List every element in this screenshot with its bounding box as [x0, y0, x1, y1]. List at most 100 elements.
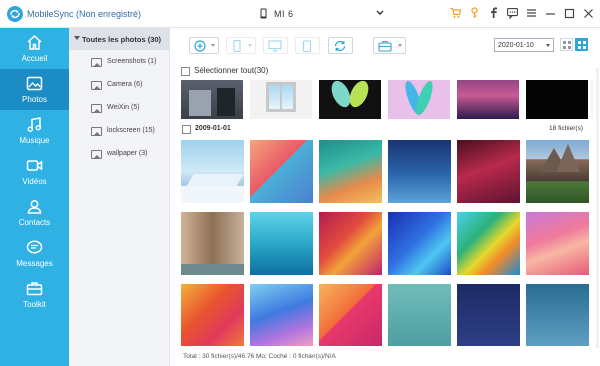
- close-icon[interactable]: [583, 7, 594, 21]
- photo-thumbnail[interactable]: [319, 140, 382, 203]
- category-item-label: Screenshots (1): [107, 58, 157, 65]
- photo-thumbnail[interactable]: [457, 284, 520, 346]
- delete-button[interactable]: [295, 37, 320, 54]
- toolbox-button[interactable]: [373, 37, 406, 54]
- app-title: MobileSync (Non enregistré): [27, 9, 142, 19]
- photo-thumbnail[interactable]: [457, 140, 520, 203]
- category-item-label: WeiXin (5): [107, 104, 140, 111]
- phone-icon: [260, 8, 267, 19]
- dropdown-arrow-icon: [211, 44, 215, 47]
- photo-thumbnail[interactable]: [526, 284, 589, 346]
- photo-thumbnail[interactable]: [457, 80, 519, 119]
- grid-view-button[interactable]: [575, 38, 588, 51]
- export-to-pc-icon: [268, 40, 282, 52]
- category-item-weixin[interactable]: WeiXin (5): [69, 101, 170, 119]
- album-icon: [91, 104, 102, 113]
- photo-thumbnail[interactable]: [526, 212, 589, 275]
- photo-thumbnail[interactable]: [457, 212, 520, 275]
- category-item-label: wallpaper (3): [107, 150, 148, 157]
- photo-thumbnail[interactable]: [181, 80, 243, 119]
- select-all-checkbox[interactable]: [181, 67, 190, 76]
- date-filter-value: 2020-01-10: [498, 42, 534, 49]
- facebook-icon[interactable]: [488, 7, 499, 21]
- sidebar-item-label: Musique: [19, 136, 50, 145]
- export-to-device-button[interactable]: [226, 37, 256, 54]
- category-panel: Toutes les photos (30) Screenshots (1) C…: [69, 28, 170, 366]
- device-name: MI 6: [274, 9, 294, 19]
- sidebar-item-toolkit[interactable]: Toolkit: [0, 274, 69, 315]
- maximize-icon[interactable]: [564, 7, 575, 21]
- minimize-icon[interactable]: [545, 7, 556, 21]
- chat-icon[interactable]: [507, 7, 518, 21]
- sidebar-item-label: Accueil: [21, 54, 48, 63]
- category-item-lockscreen[interactable]: lockscreen (15): [69, 124, 170, 142]
- cart-icon[interactable]: [450, 7, 461, 21]
- album-icon: [91, 127, 102, 136]
- expand-arrow-icon: [74, 36, 80, 40]
- category-all-photos[interactable]: Toutes les photos (30): [69, 28, 170, 50]
- music-icon: [27, 117, 42, 132]
- photo-thumbnail[interactable]: [181, 284, 244, 346]
- photo-thumbnail[interactable]: [250, 80, 312, 119]
- add-icon: [194, 40, 206, 52]
- device-selector[interactable]: MI 6: [252, 8, 384, 21]
- contacts-icon: [27, 200, 42, 214]
- sidebar-item-label: Toolkit: [23, 300, 46, 309]
- sidebar-item-contacts[interactable]: Contacts: [0, 192, 69, 233]
- photo-thumbnail[interactable]: [319, 212, 382, 275]
- photo-icon: [26, 76, 43, 91]
- key-icon[interactable]: [469, 7, 480, 21]
- category-item-wallpaper[interactable]: wallpaper (3): [69, 147, 170, 165]
- photo-thumbnail[interactable]: [181, 140, 244, 203]
- album-icon: [91, 81, 102, 90]
- photo-thumbnail[interactable]: [388, 140, 451, 203]
- photo-thumbnail[interactable]: [250, 140, 313, 203]
- thumbnail-strip: [181, 80, 589, 119]
- photo-thumbnail[interactable]: [526, 140, 589, 203]
- photo-thumbnail[interactable]: [319, 284, 382, 346]
- category-item-camera[interactable]: Camera (6): [69, 78, 170, 96]
- photo-thumbnail[interactable]: [250, 212, 313, 275]
- sidebar-item-musique[interactable]: Musique: [0, 110, 69, 151]
- photo-thumbnail[interactable]: [250, 284, 313, 346]
- add-button[interactable]: [189, 37, 219, 54]
- refresh-button[interactable]: [328, 37, 353, 54]
- sidebar-item-label: Vidéos: [22, 177, 47, 186]
- list-view-button[interactable]: [560, 38, 573, 51]
- sidebar-item-accueil[interactable]: Accueil: [0, 28, 69, 69]
- title-bar: MobileSync (Non enregistré) MI 6: [0, 0, 600, 28]
- scrollbar[interactable]: [596, 68, 599, 348]
- category-item-screenshots[interactable]: Screenshots (1): [69, 55, 170, 73]
- export-to-pc-button[interactable]: [263, 37, 288, 54]
- date-filter-select[interactable]: 2020-01-10: [494, 38, 554, 52]
- video-icon: [26, 160, 43, 171]
- photo-thumbnail[interactable]: [388, 80, 450, 119]
- menu-icon[interactable]: [526, 7, 537, 21]
- photo-thumbnail[interactable]: [388, 284, 451, 346]
- dropdown-arrow-icon: [398, 44, 402, 47]
- group-count: 18 fichier(s): [549, 125, 583, 132]
- photo-thumbnail[interactable]: [319, 80, 381, 119]
- sidebar-item-photos[interactable]: Photos: [0, 69, 69, 110]
- album-icon: [91, 150, 102, 159]
- sidebar-item-messages[interactable]: Messages: [0, 233, 69, 274]
- group-header: 2009-01-01 18 fichier(s): [181, 125, 589, 137]
- sidebar-item-label: Messages: [16, 259, 53, 268]
- photo-thumbnail[interactable]: [526, 80, 588, 119]
- sidebar-item-videos[interactable]: Vidéos: [0, 151, 69, 192]
- delete-icon: [302, 40, 312, 52]
- photo-thumbnail[interactable]: [181, 212, 244, 275]
- photo-thumbnail[interactable]: [388, 212, 451, 275]
- app-logo-icon: [7, 6, 23, 22]
- toolbox-icon: [378, 40, 392, 52]
- group-checkbox[interactable]: [182, 125, 191, 134]
- dropdown-arrow-icon: [248, 44, 252, 47]
- main-content: 2020-01-10 Sélectionner tout(30) 2009-01…: [171, 28, 600, 366]
- album-icon: [91, 58, 102, 67]
- sidebar: Accueil Photos Musique Vidéos Contacts M…: [0, 28, 69, 366]
- export-to-device-icon: [233, 40, 241, 52]
- select-all-label: Sélectionner tout(30): [194, 66, 269, 75]
- refresh-icon: [334, 40, 346, 52]
- group-date: 2009-01-01: [195, 125, 231, 132]
- messages-icon: [26, 240, 43, 254]
